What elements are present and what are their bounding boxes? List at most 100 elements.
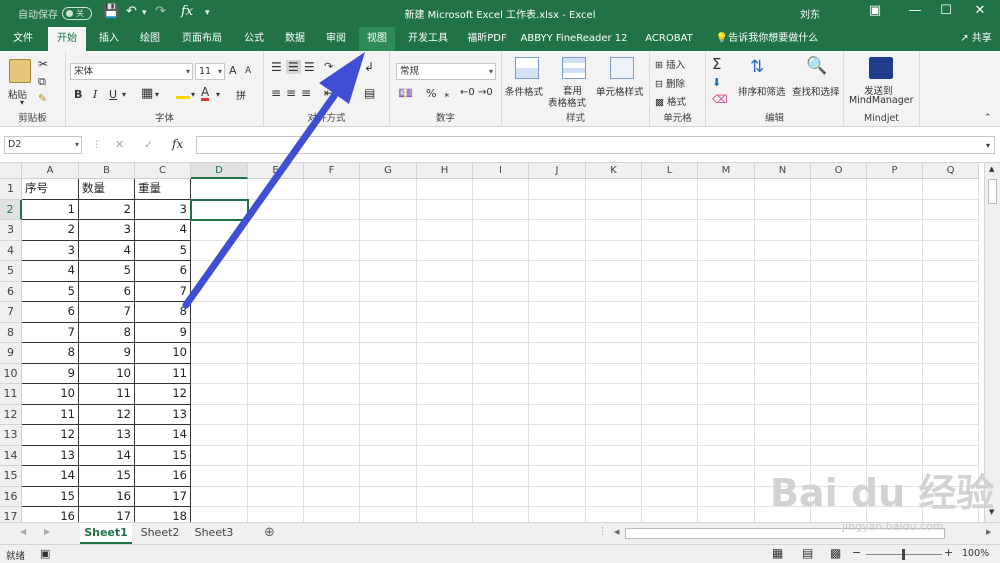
column-header-m[interactable]: M	[698, 163, 755, 179]
cell-b4[interactable]: 4	[79, 240, 135, 261]
cell-o9[interactable]	[811, 343, 867, 364]
column-header-k[interactable]: K	[586, 163, 642, 179]
autosum-icon[interactable]: Σ	[712, 55, 721, 73]
cell-f1[interactable]	[304, 179, 360, 200]
cell-o5[interactable]	[811, 261, 867, 282]
tab-formulas[interactable]: 公式	[236, 27, 272, 51]
tab-data[interactable]: 数据	[277, 27, 313, 51]
page-layout-view-icon[interactable]: ▤	[802, 546, 813, 560]
tab-splitter-icon[interactable]: ⋮	[598, 526, 608, 537]
row-header-6[interactable]: 6	[0, 281, 22, 302]
cell-f6[interactable]	[304, 281, 360, 302]
cell-i8[interactable]	[473, 322, 529, 343]
number-format-select[interactable]: 常规 ▾	[396, 63, 496, 80]
cell-l11[interactable]	[642, 384, 698, 405]
align-top-icon[interactable]: ☰	[271, 60, 282, 74]
tab-insert[interactable]: 插入	[91, 27, 127, 51]
cell-h12[interactable]	[417, 404, 473, 425]
tab-abbyy[interactable]: ABBYY FineReader 12	[518, 27, 630, 51]
cell-j11[interactable]	[529, 384, 586, 405]
cell-a6[interactable]: 5	[22, 281, 79, 302]
collapse-ribbon-icon[interactable]: ⌃	[984, 113, 992, 123]
cell-p11[interactable]	[867, 384, 923, 405]
cell-l12[interactable]	[642, 404, 698, 425]
cell-l14[interactable]	[642, 445, 698, 466]
align-middle-icon[interactable]: ☰	[286, 60, 301, 74]
cell-l2[interactable]	[642, 199, 698, 220]
enter-icon[interactable]: ✓	[144, 138, 153, 151]
cell-c6[interactable]: 7	[135, 281, 191, 302]
cell-k9[interactable]	[586, 343, 642, 364]
cell-m7[interactable]	[698, 302, 755, 323]
cell-n5[interactable]	[755, 261, 811, 282]
cell-i5[interactable]	[473, 261, 529, 282]
sort-filter-button[interactable]: 排序和筛选	[738, 84, 786, 98]
underline-dropdown-icon[interactable]: ▾	[122, 90, 126, 99]
cell-l9[interactable]	[642, 343, 698, 364]
scroll-left-icon[interactable]: ◀	[614, 528, 619, 536]
row-header-5[interactable]: 5	[0, 261, 22, 282]
row-header-2[interactable]: 2	[0, 199, 22, 220]
cell-l4[interactable]	[642, 240, 698, 261]
cell-c16[interactable]: 17	[135, 486, 191, 507]
ribbon-display-icon[interactable]: ▣	[855, 3, 895, 18]
cell-f4[interactable]	[304, 240, 360, 261]
cell-styles-button[interactable]: 单元格样式	[596, 84, 644, 98]
wrap-text-icon[interactable]: ↲	[364, 60, 374, 74]
cell-a12[interactable]: 11	[22, 404, 79, 425]
row-header-10[interactable]: 10	[0, 363, 22, 384]
font-size-select[interactable]: 11 ▾	[195, 63, 225, 80]
cell-n11[interactable]	[755, 384, 811, 405]
tab-review[interactable]: 审阅	[318, 27, 354, 51]
cell-g1[interactable]	[360, 179, 417, 200]
cell-b9[interactable]: 9	[79, 343, 135, 364]
insert-cells-button[interactable]: ⊞ 插入	[655, 57, 685, 71]
align-center-icon[interactable]: ≡	[286, 86, 296, 100]
cell-q13[interactable]	[923, 425, 979, 446]
column-header-i[interactable]: I	[473, 163, 529, 179]
font-color-icon[interactable]: A	[201, 86, 210, 101]
cell-o11[interactable]	[811, 384, 867, 405]
cell-k3[interactable]	[586, 220, 642, 241]
cell-p9[interactable]	[867, 343, 923, 364]
scroll-right-icon[interactable]: ▶	[986, 528, 991, 536]
cell-c17[interactable]: 18	[135, 507, 191, 522]
paste-button[interactable]: 粘贴	[8, 87, 27, 101]
cell-n7[interactable]	[755, 302, 811, 323]
cell-b14[interactable]: 14	[79, 445, 135, 466]
cell-b15[interactable]: 15	[79, 466, 135, 487]
cell-p2[interactable]	[867, 199, 923, 220]
row-header-17[interactable]: 17	[0, 507, 22, 522]
cell-a17[interactable]: 16	[22, 507, 79, 522]
cell-j14[interactable]	[529, 445, 586, 466]
cell-h5[interactable]	[417, 261, 473, 282]
delete-cells-button[interactable]: ⊟ 删除	[655, 76, 685, 90]
cell-e9[interactable]	[248, 343, 304, 364]
cell-m6[interactable]	[698, 281, 755, 302]
cell-f7[interactable]	[304, 302, 360, 323]
tab-page-layout[interactable]: 页面布局	[173, 27, 231, 51]
cell-p1[interactable]	[867, 179, 923, 200]
cell-c5[interactable]: 6	[135, 261, 191, 282]
cell-c2[interactable]: 3	[135, 199, 191, 220]
cell-c1[interactable]: 重量	[135, 179, 191, 200]
cell-n2[interactable]	[755, 199, 811, 220]
borders-dropdown-icon[interactable]: ▾	[155, 90, 159, 99]
cell-d6[interactable]	[191, 281, 248, 302]
cell-l10[interactable]	[642, 363, 698, 384]
indent-decrease-icon[interactable]: ⇤	[324, 86, 334, 100]
cell-n9[interactable]	[755, 343, 811, 364]
cell-f13[interactable]	[304, 425, 360, 446]
bold-button[interactable]: B	[74, 88, 82, 101]
cell-g5[interactable]	[360, 261, 417, 282]
cell-p4[interactable]	[867, 240, 923, 261]
tab-developer[interactable]: 开发工具	[400, 27, 456, 51]
cell-e6[interactable]	[248, 281, 304, 302]
cell-k14[interactable]	[586, 445, 642, 466]
cell-n3[interactable]	[755, 220, 811, 241]
cell-q4[interactable]	[923, 240, 979, 261]
cell-a7[interactable]: 6	[22, 302, 79, 323]
cell-l3[interactable]	[642, 220, 698, 241]
close-icon[interactable]: ✕	[960, 3, 1000, 18]
format-as-table-icon[interactable]	[562, 57, 586, 79]
